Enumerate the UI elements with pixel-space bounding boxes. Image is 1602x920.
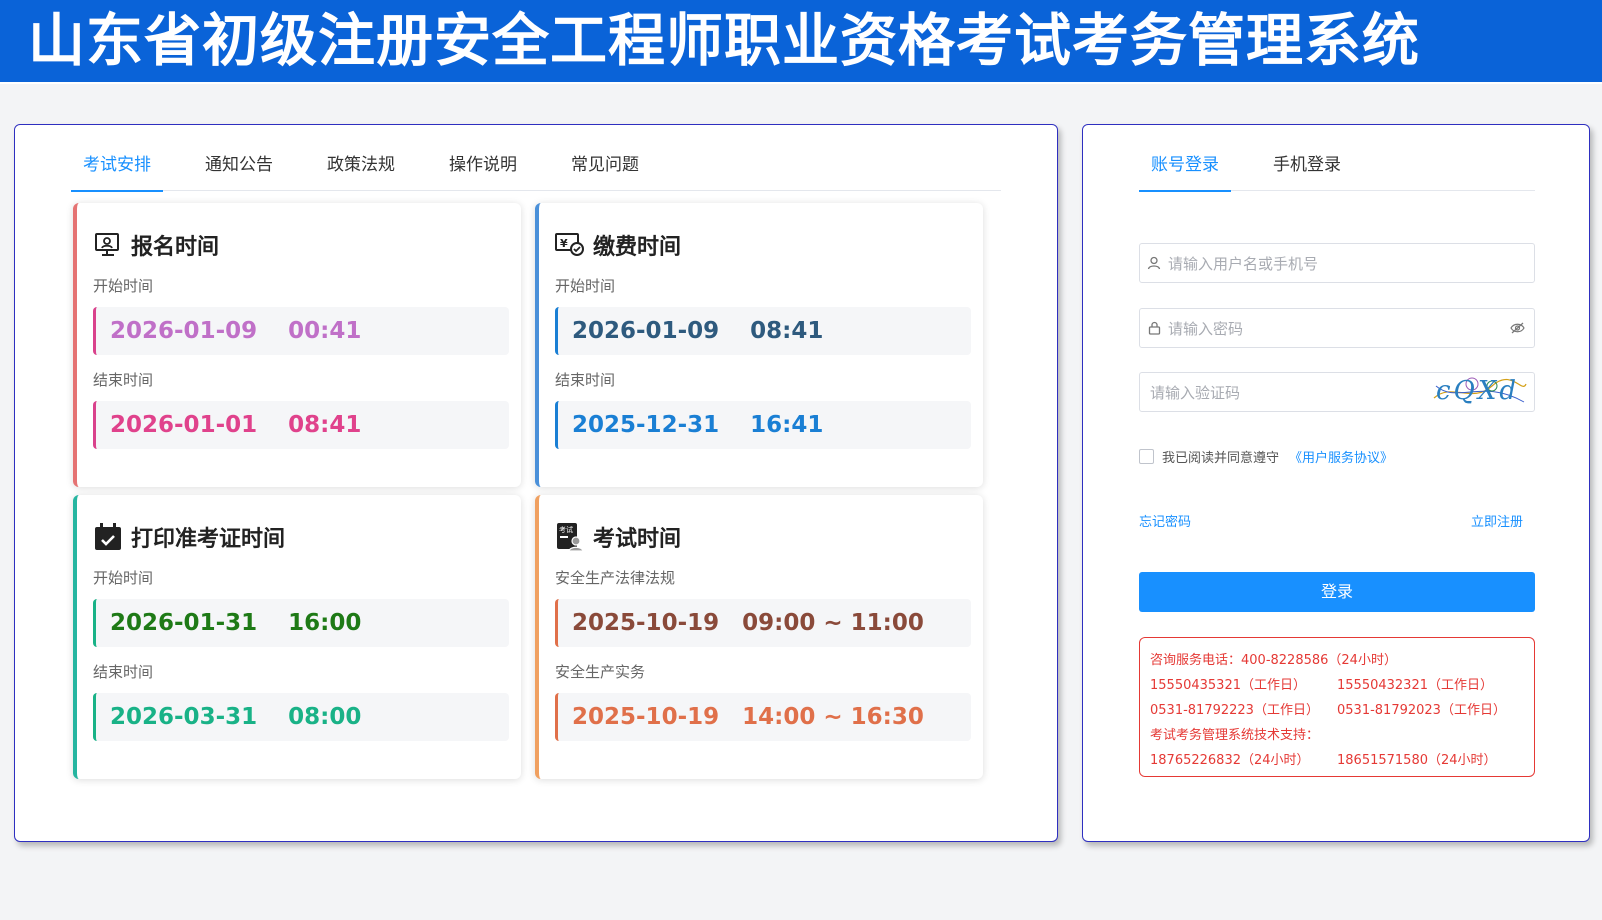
end-time-label: 结束时间 — [93, 371, 154, 389]
svg-text:¥: ¥ — [560, 237, 568, 250]
print-start-value: 2026-01-31 16:00 — [93, 599, 509, 647]
card-title: 报名时间 — [131, 235, 220, 260]
captcha-placeholder: 请输入验证码 — [1150, 383, 1241, 402]
signup-end-value: 2026-01-01 08:41 — [93, 401, 509, 449]
tab-instructions[interactable]: 操作说明 — [437, 151, 529, 191]
contact-info-box: 咨询服务电话：400-8228586（24小时） 15550435321（工作日… — [1139, 637, 1535, 777]
print-end-value: 2026-03-31 08:00 — [93, 693, 509, 741]
lock-icon — [1140, 321, 1168, 335]
signup-start-value: 2026-01-09 00:41 — [93, 307, 509, 355]
phone-number: 18651571580（24小时） — [1337, 753, 1497, 768]
phone-number: 15550435321（工作日） — [1150, 678, 1306, 693]
exam-time-card: 考试 考试时间 安全生产法律法规 2025-10-19 09:00 ~ 11:0… — [535, 495, 983, 779]
subject-1-label: 安全生产法律法规 — [555, 569, 676, 587]
tab-exam-schedule[interactable]: 考试安排 — [71, 151, 163, 192]
calendar-check-icon — [93, 522, 123, 552]
start-time-label: 开始时间 — [555, 277, 616, 295]
print-ticket-time-card: 打印准考证时间 开始时间 2026-01-31 16:00 结束时间 2026-… — [73, 495, 521, 779]
forgot-password-link[interactable]: 忘记密码 — [1139, 511, 1191, 530]
login-button[interactable]: 登录 — [1139, 572, 1535, 612]
start-time-label: 开始时间 — [93, 277, 154, 295]
password-placeholder: 请输入密码 — [1168, 319, 1244, 338]
captcha-input[interactable]: 请输入验证码 cQXd — [1139, 372, 1535, 412]
exam-subject-2-value: 2025-10-19 14:00 ~ 16:30 — [555, 693, 971, 741]
agree-text: 我已阅读并同意遵守 — [1162, 451, 1280, 466]
header-bar: 山东省初级注册安全工程师职业资格考试考务管理系统 — [0, 0, 1602, 84]
monitor-icon — [93, 230, 123, 260]
payment-start-value: 2026-01-09 08:41 — [555, 307, 971, 355]
username-placeholder: 请输入用户名或手机号 — [1168, 254, 1319, 273]
tab-policies[interactable]: 政策法规 — [315, 151, 407, 191]
signup-time-card: 报名时间 开始时间 2026-01-09 00:41 结束时间 2026-01-… — [73, 203, 521, 487]
eye-hidden-icon[interactable] — [1500, 322, 1534, 334]
card-title: 缴费时间 — [593, 235, 682, 260]
start-time-label: 开始时间 — [93, 569, 154, 587]
svg-text:考试: 考试 — [559, 525, 573, 534]
service-hotline: 咨询服务电话：400-8228586（24小时） — [1150, 653, 1397, 668]
exam-info-panel: 考试安排 通知公告 政策法规 操作说明 常见问题 报名时间 开始时间 2026-… — [14, 124, 1058, 842]
register-link[interactable]: 立即注册 — [1471, 511, 1523, 530]
username-input[interactable]: 请输入用户名或手机号 — [1139, 243, 1535, 283]
tab-phone-login[interactable]: 手机登录 — [1261, 151, 1353, 191]
agreement-link[interactable]: 《用户服务协议》 — [1289, 447, 1393, 466]
captcha-image[interactable]: cQXd — [1432, 374, 1528, 410]
card-title: 考试时间 — [593, 527, 682, 552]
password-input[interactable]: 请输入密码 — [1139, 308, 1535, 348]
captcha-text: cQXd — [1436, 376, 1520, 406]
tech-support-label: 考试考务管理系统技术支持： — [1150, 728, 1320, 743]
exam-icon: 考试 — [555, 522, 585, 552]
tab-notices[interactable]: 通知公告 — [193, 151, 285, 191]
end-time-label: 结束时间 — [555, 371, 616, 389]
system-title: 山东省初级注册安全工程师职业资格考试考务管理系统 — [28, 8, 1420, 74]
exam-subject-1-value: 2025-10-19 09:00 ~ 11:00 — [555, 599, 971, 647]
login-tabs: 账号登录 手机登录 — [1139, 151, 1535, 192]
tab-faq[interactable]: 常见问题 — [559, 151, 651, 191]
phone-number: 0531-81792023（工作日） — [1337, 703, 1506, 718]
info-tabs: 考试安排 通知公告 政策法规 操作说明 常见问题 — [71, 151, 1001, 192]
agree-checkbox[interactable] — [1139, 449, 1154, 464]
user-icon — [1140, 256, 1168, 270]
end-time-label: 结束时间 — [93, 663, 154, 681]
payment-icon: ¥ — [555, 230, 585, 260]
phone-number: 15550432321（工作日） — [1337, 678, 1493, 693]
tab-account-login[interactable]: 账号登录 — [1139, 151, 1231, 192]
phone-number: 0531-81792223（工作日） — [1150, 703, 1319, 718]
payment-time-card: ¥ 缴费时间 开始时间 2026-01-09 08:41 结束时间 2025-1… — [535, 203, 983, 487]
subject-2-label: 安全生产实务 — [555, 663, 646, 681]
login-panel: 账号登录 手机登录 请输入用户名或手机号 请输入密码 请输入验证码 cQXd 我… — [1082, 124, 1590, 842]
agreement-row: 我已阅读并同意遵守 《用户服务协议》 — [1139, 447, 1393, 466]
card-title: 打印准考证时间 — [131, 527, 286, 552]
phone-number: 18765226832（24小时） — [1150, 753, 1310, 768]
payment-end-value: 2025-12-31 16:41 — [555, 401, 971, 449]
